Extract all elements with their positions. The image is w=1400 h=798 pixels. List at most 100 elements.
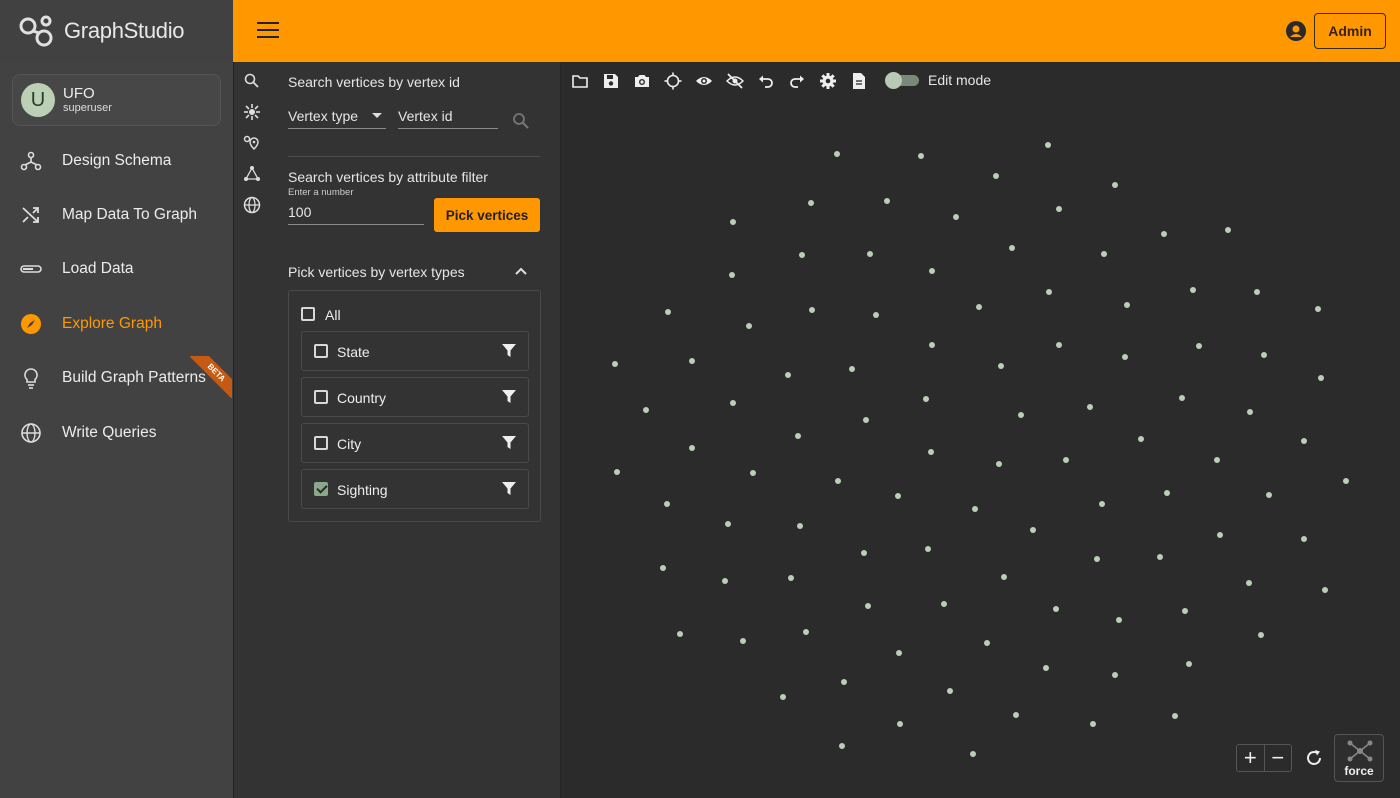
filter-icon[interactable] bbox=[502, 482, 516, 496]
graph-vertex[interactable] bbox=[1053, 606, 1060, 613]
redo-icon[interactable] bbox=[788, 72, 806, 90]
graph-vertex[interactable] bbox=[676, 631, 683, 638]
graph-vertex[interactable] bbox=[659, 564, 666, 571]
vertex-type-row-country[interactable]: Country bbox=[301, 377, 529, 417]
search-icon[interactable] bbox=[243, 72, 261, 90]
zoom-out-button[interactable]: − bbox=[1265, 745, 1292, 771]
graph-vertex[interactable] bbox=[1321, 586, 1328, 593]
graph-vertex[interactable] bbox=[729, 271, 736, 278]
vertex-type-row-city[interactable]: City bbox=[301, 423, 529, 463]
graph-vertex[interactable] bbox=[798, 252, 805, 259]
user-profile[interactable]: U UFO superuser bbox=[12, 74, 221, 126]
graph-vertex[interactable] bbox=[1138, 435, 1145, 442]
eye-icon[interactable] bbox=[695, 72, 713, 90]
app-logo[interactable]: GraphStudio bbox=[0, 0, 233, 62]
graph-vertex[interactable] bbox=[1257, 632, 1264, 639]
graph-vertex[interactable] bbox=[664, 501, 671, 508]
vertex-type-row-sighting[interactable]: Sighting bbox=[301, 469, 529, 509]
graph-vertex[interactable] bbox=[1343, 478, 1350, 485]
city-checkbox[interactable] bbox=[314, 436, 328, 450]
all-checkbox[interactable] bbox=[301, 307, 315, 321]
chevron-up-icon[interactable] bbox=[514, 266, 528, 276]
graph-vertex[interactable] bbox=[739, 637, 746, 644]
filter-icon[interactable] bbox=[502, 390, 516, 404]
graph-vertex[interactable] bbox=[1045, 141, 1052, 148]
graph-vertex[interactable] bbox=[1042, 664, 1049, 671]
graph-vertex[interactable] bbox=[1045, 288, 1052, 295]
graph-vertex[interactable] bbox=[1013, 712, 1020, 719]
path-icon[interactable] bbox=[243, 134, 261, 152]
sidebar-item-load-data[interactable]: Load Data bbox=[0, 244, 233, 294]
sidebar-item-map-data[interactable]: Map Data To Graph bbox=[0, 190, 233, 240]
eye-off-icon[interactable] bbox=[726, 72, 744, 90]
zoom-in-button[interactable]: + bbox=[1237, 745, 1265, 771]
graph-vertex[interactable] bbox=[997, 362, 1004, 369]
expand-icon[interactable] bbox=[243, 103, 261, 121]
graph-vertex[interactable] bbox=[1008, 245, 1015, 252]
sidebar-item-explore-graph[interactable]: Explore Graph bbox=[0, 299, 233, 349]
graph-vertex[interactable] bbox=[969, 751, 976, 758]
graph-vertex[interactable] bbox=[1266, 492, 1273, 499]
search-icon[interactable] bbox=[512, 112, 530, 130]
camera-icon[interactable] bbox=[633, 72, 651, 90]
graph-vertex[interactable] bbox=[643, 407, 650, 414]
graph-vertex[interactable] bbox=[1172, 712, 1179, 719]
graph-vertex[interactable] bbox=[897, 721, 904, 728]
graph-vertex[interactable] bbox=[1253, 289, 1260, 296]
graph-vertex[interactable] bbox=[721, 578, 728, 585]
graph-vertex[interactable] bbox=[1216, 532, 1223, 539]
graph-vertex[interactable] bbox=[1121, 354, 1128, 361]
graph-vertex[interactable] bbox=[1112, 181, 1119, 188]
state-checkbox[interactable] bbox=[314, 344, 328, 358]
graph-vertex[interactable] bbox=[838, 743, 845, 750]
graph-vertex[interactable] bbox=[895, 493, 902, 500]
vertex-type-select[interactable]: Vertex type bbox=[288, 108, 386, 129]
graph-vertex[interactable] bbox=[795, 433, 802, 440]
graph-vertex[interactable] bbox=[1090, 721, 1097, 728]
sighting-checkbox[interactable] bbox=[314, 482, 328, 496]
graph-vertex[interactable] bbox=[917, 153, 924, 160]
sidebar-item-design-schema[interactable]: Design Schema bbox=[0, 136, 233, 186]
graph-vertex[interactable] bbox=[1055, 206, 1062, 213]
graph-vertex[interactable] bbox=[1314, 305, 1321, 312]
graph-vertex[interactable] bbox=[1195, 342, 1202, 349]
sidebar-item-write-queries[interactable]: Write Queries bbox=[0, 408, 233, 458]
graph-vertex[interactable] bbox=[993, 172, 1000, 179]
graph-vertex[interactable] bbox=[779, 694, 786, 701]
graph-vertex[interactable] bbox=[1063, 456, 1070, 463]
graph-vertex[interactable] bbox=[1112, 671, 1119, 678]
graph-vertex[interactable] bbox=[834, 477, 841, 484]
graph-vertex[interactable] bbox=[1093, 555, 1100, 562]
graph-vertex[interactable] bbox=[953, 214, 960, 221]
graph-vertex[interactable] bbox=[803, 629, 810, 636]
graph-vertex[interactable] bbox=[1098, 501, 1105, 507]
graph-vertex[interactable] bbox=[863, 417, 870, 424]
graph-vertex[interactable] bbox=[923, 395, 930, 402]
graph-vertex[interactable] bbox=[1185, 660, 1192, 667]
graph-vertex[interactable] bbox=[975, 303, 982, 310]
filter-icon[interactable] bbox=[502, 436, 516, 450]
edit-mode-toggle[interactable] bbox=[885, 72, 921, 89]
undo-icon[interactable] bbox=[757, 72, 775, 90]
graph-vertex[interactable] bbox=[983, 640, 990, 647]
query-globe-icon[interactable] bbox=[243, 196, 261, 214]
graph-vertex[interactable] bbox=[809, 307, 816, 314]
graph-vertex[interactable] bbox=[1260, 351, 1267, 358]
graph-vertex[interactable] bbox=[1179, 394, 1186, 401]
country-checkbox[interactable] bbox=[314, 390, 328, 404]
admin-button[interactable]: Admin bbox=[1314, 13, 1386, 49]
graph-canvas[interactable]: Edit mode + − force bbox=[562, 62, 1400, 798]
graph-vertex[interactable] bbox=[1124, 301, 1131, 308]
graph-vertex[interactable] bbox=[1157, 554, 1164, 561]
account-icon[interactable] bbox=[1286, 21, 1306, 41]
graph-vertex[interactable] bbox=[1086, 404, 1093, 410]
graph-vertex[interactable] bbox=[730, 400, 737, 407]
pick-vertices-button[interactable]: Pick vertices bbox=[434, 198, 540, 232]
graph-vertex[interactable] bbox=[788, 575, 795, 582]
graph-vertex[interactable] bbox=[1213, 457, 1220, 464]
menu-icon[interactable] bbox=[257, 22, 279, 40]
graph-vertex[interactable] bbox=[928, 448, 935, 455]
graph-vertex[interactable] bbox=[688, 444, 695, 451]
force-layout-button[interactable]: force bbox=[1334, 734, 1384, 782]
graph-vertex[interactable] bbox=[1318, 374, 1325, 381]
